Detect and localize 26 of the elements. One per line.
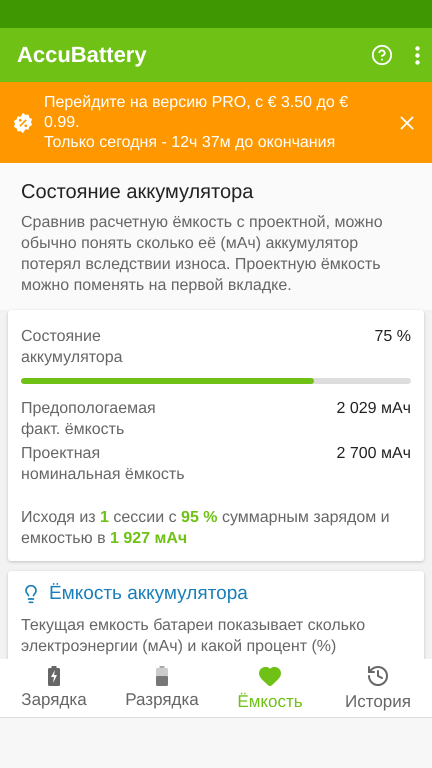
promo-countdown: Только сегодня - 12ч 37м до окончания — [44, 132, 336, 152]
battery-charging-icon — [48, 666, 60, 686]
nav-tab[interactable]: История — [324, 659, 432, 717]
capacity-value: 2 029 мАч — [336, 399, 411, 419]
health-value: 75 % — [374, 327, 411, 347]
capacity-label: Проектная номинальная ёмкость — [21, 444, 186, 485]
menu-button[interactable] — [415, 46, 420, 64]
app-title: AccuBattery — [17, 42, 148, 68]
section-title: Состояние аккумулятора — [21, 181, 254, 204]
health-label: Состояние аккумулятора — [21, 327, 124, 368]
promo-text: Перейдите на версию PRO, с € 3.50 до € 0.99. — [44, 92, 350, 132]
summary-text: Исходя из 1 сессии с 95 % суммарным зарядом и емкостью в 1 927 мАч — [21, 508, 391, 549]
section-description: Сравнив расчетную ёмкость с проектной, можно обычно понять сколько её (мАч) аккумулятор потерял вследствии износа. Проектную ёмкость можно поменять на первой вкладке. — [21, 213, 384, 296]
help-icon — [371, 44, 393, 66]
heart-icon — [258, 664, 282, 688]
capacity-label: Предопологаемая факт. ёмкость — [21, 399, 157, 440]
capacity-value: 2 700 мАч — [336, 444, 411, 464]
nav-tab[interactable]: Зарядка — [0, 659, 108, 717]
battery-icon — [156, 666, 168, 686]
more-icon — [415, 46, 420, 64]
help-button[interactable] — [371, 44, 393, 66]
discount-icon — [12, 112, 34, 134]
tip-title: Ёмкость аккумулятора — [49, 583, 248, 605]
nav-tab[interactable]: Разрядка — [108, 659, 216, 717]
tip-text: Текущая емкость батареи показывает сколько электроэнергии (мАч) и какой процент (%) — [21, 616, 366, 657]
history-icon — [366, 664, 390, 688]
